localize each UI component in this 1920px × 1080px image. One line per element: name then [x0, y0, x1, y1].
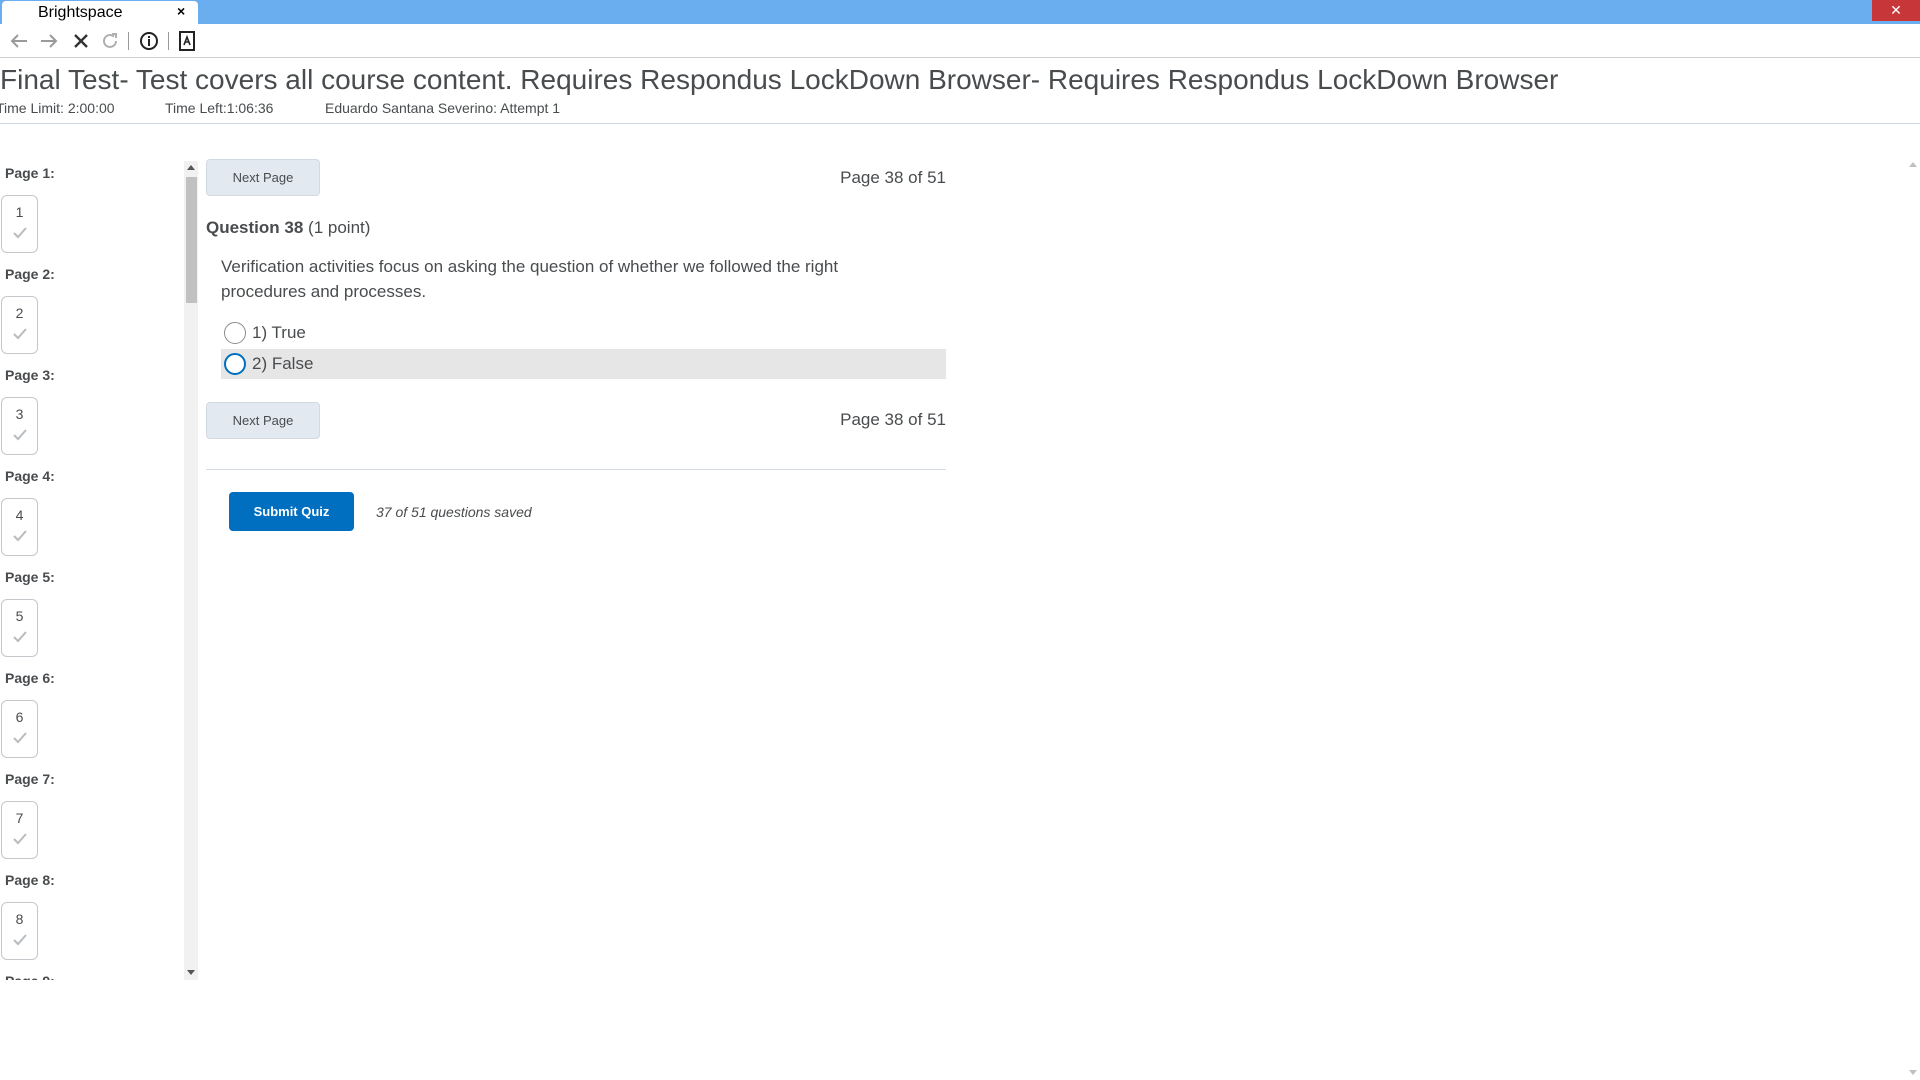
toolbar-separator — [168, 32, 169, 50]
page-navigator: Page 1: 1 Page 2: 2 Page 3: 3 Page 4: 4 Page 5: 5… — [0, 158, 184, 980]
navigator-page: Page 3: 3 — [0, 360, 170, 461]
attempt-info: Eduardo Santana Severino: Attempt 1 — [325, 100, 561, 116]
navigator-page-label: Page 8: — [5, 872, 55, 888]
question-number: 7 — [15, 810, 24, 826]
checkmark-icon — [13, 328, 27, 340]
checkmark-icon — [13, 732, 27, 744]
navigator-page-label: Page 9: — [5, 973, 55, 980]
page-indicator: Page 38 of 51 — [840, 168, 946, 187]
next-page-button[interactable]: Next Page — [206, 159, 320, 196]
question-link[interactable]: 8 — [1, 902, 38, 960]
checkmark-icon — [13, 227, 27, 239]
navigator-page: Page 6: 6 — [0, 663, 170, 764]
scroll-up-arrow-icon[interactable] — [187, 165, 195, 170]
saved-status: 37 of 51 questions saved — [376, 504, 532, 520]
next-page-button[interactable]: Next Page — [206, 402, 320, 439]
page-navigator-list: Page 1: 1 Page 2: 2 Page 3: 3 Page 4: 4 Page 5: 5… — [0, 158, 170, 980]
toolbar-separator — [128, 32, 129, 50]
page-scrollbar[interactable] — [1906, 160, 1920, 1080]
navigator-page-label: Page 2: — [5, 266, 55, 282]
checkmark-icon — [13, 429, 27, 441]
scroll-up-arrow-icon[interactable] — [1909, 162, 1917, 167]
checkmark-icon — [13, 833, 27, 845]
checkmark-icon — [13, 631, 27, 643]
radio-button[interactable] — [224, 322, 246, 344]
submit-quiz-button[interactable]: Submit Quiz — [229, 492, 354, 531]
navigator-scroll-thumb[interactable] — [186, 177, 197, 303]
question-number: 6 — [15, 709, 24, 725]
navigator-page: Page 4: 4 — [0, 461, 170, 562]
quiz-title: Final Test- Test covers all course conte… — [0, 64, 1559, 95]
page-lock-icon[interactable] — [176, 30, 198, 52]
navigator-page: Page 9:9 — [0, 966, 170, 980]
navigator-page: Page 1: 1 — [0, 158, 170, 259]
forward-arrow-icon[interactable] — [38, 30, 60, 52]
navigator-page-label: Page 4: — [5, 468, 55, 484]
browser-tab[interactable]: Brightspace × — [2, 1, 198, 24]
checkmark-icon — [13, 934, 27, 946]
time-left: Time Left:1:06:36 — [165, 100, 274, 116]
navigator-page: Page 8: 8 — [0, 865, 170, 966]
question-number: 5 — [15, 608, 24, 624]
question-number: 2 — [15, 305, 24, 321]
question-number: 8 — [15, 911, 24, 927]
tab-title: Brightspace — [38, 4, 123, 21]
browser-toolbar — [0, 24, 1920, 58]
navigator-page-label: Page 7: — [5, 771, 55, 787]
question-link[interactable]: 3 — [1, 397, 38, 455]
info-icon[interactable] — [138, 30, 160, 52]
divider — [206, 469, 946, 470]
time-limit: Time Limit: 2:00:00 — [0, 100, 115, 116]
navigator-page: Page 7: 7 — [0, 764, 170, 865]
reload-icon[interactable] — [99, 30, 121, 52]
stop-icon[interactable] — [70, 30, 92, 52]
option-label: 1) True — [252, 323, 306, 342]
quiz-header: Final Test- Test covers all course conte… — [0, 58, 1920, 124]
back-arrow-icon[interactable] — [8, 30, 30, 52]
answer-option-false[interactable]: 2) False — [221, 349, 946, 379]
question-heading: Question 38 (1 point) — [206, 218, 370, 238]
browser-title-bar: Brightspace × ✕ — [0, 0, 1920, 24]
navigator-page: Page 2: 2 — [0, 259, 170, 360]
question-link[interactable]: 1 — [1, 195, 38, 253]
question-title: Question 38 — [206, 218, 304, 237]
window-close-button[interactable]: ✕ — [1872, 0, 1920, 21]
answer-option-true[interactable]: 1) True — [221, 318, 946, 348]
question-number: 1 — [15, 204, 24, 220]
question-link[interactable]: 4 — [1, 498, 38, 556]
navigator-page-label: Page 5: — [5, 569, 55, 585]
question-points: (1 point) — [308, 218, 371, 237]
tab-close-icon[interactable]: × — [177, 3, 185, 19]
radio-button[interactable] — [224, 353, 246, 375]
navigator-scrollbar[interactable] — [184, 161, 198, 980]
checkmark-icon — [13, 530, 27, 542]
navigator-page: Page 5: 5 — [0, 562, 170, 663]
question-link[interactable]: 6 — [1, 700, 38, 758]
question-number: 3 — [15, 406, 24, 422]
question-link[interactable]: 2 — [1, 296, 38, 354]
navigator-page-label: Page 3: — [5, 367, 55, 383]
option-label: 2) False — [252, 354, 314, 373]
question-number: 4 — [15, 507, 24, 523]
question-link[interactable]: 5 — [1, 599, 38, 657]
scroll-down-arrow-icon[interactable] — [187, 970, 195, 975]
page-indicator: Page 38 of 51 — [840, 410, 946, 429]
scroll-down-arrow-icon[interactable] — [1909, 1070, 1917, 1075]
question-link[interactable]: 7 — [1, 801, 38, 859]
question-text: Verification activities focus on asking … — [221, 257, 839, 301]
navigator-page-label: Page 1: — [5, 165, 55, 181]
navigator-page-label: Page 6: — [5, 670, 55, 686]
